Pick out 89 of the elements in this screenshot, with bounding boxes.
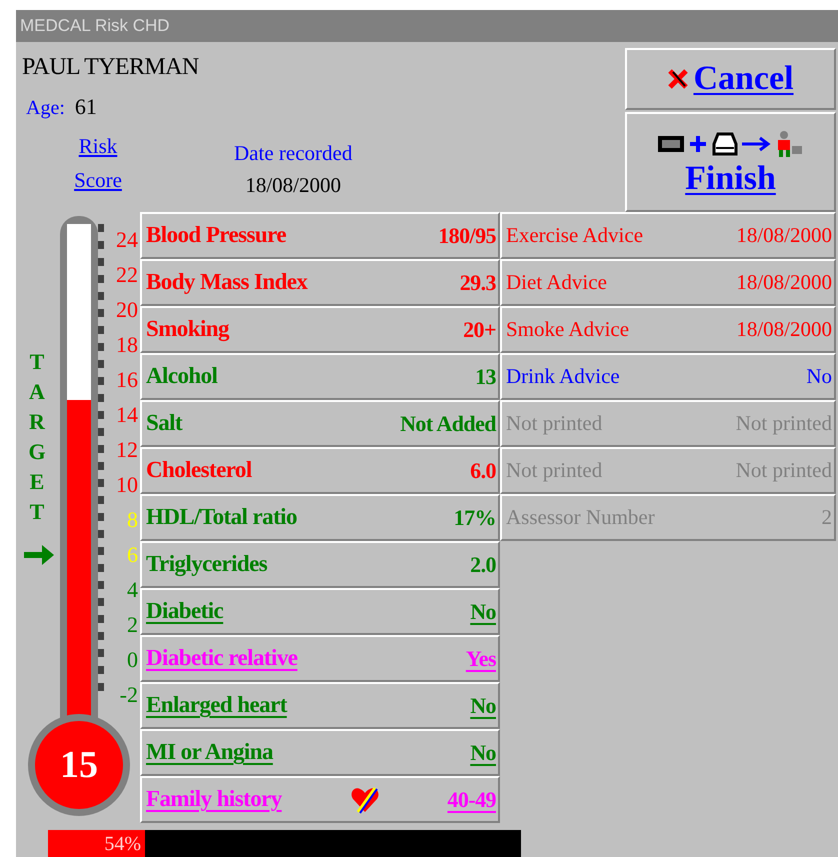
advice-value: 18/08/2000 (736, 268, 832, 296)
advice-label: Drink Advice (506, 362, 620, 390)
advice-row[interactable]: Drink Advice No (500, 353, 836, 400)
advice-value: Not printed (736, 410, 832, 437)
advice-value: Not printed (736, 456, 832, 484)
scale-label: 18 (115, 331, 138, 359)
risk-factor-row[interactable]: Enlarged heart No (140, 682, 500, 729)
risk-factor-row[interactable]: Triglycerides 2.0 (140, 541, 500, 588)
factor-value: 2.0 (470, 551, 496, 579)
window-title: MEDCAL Risk CHD (20, 15, 170, 38)
date-recorded-label: Date recorded (234, 140, 352, 167)
factor-value: 13 (475, 363, 496, 391)
scale-label: 16 (115, 366, 138, 394)
scale-label: 4 (126, 576, 138, 604)
factor-label[interactable]: Enlarged heart (146, 688, 287, 723)
age-label: Age: (26, 96, 65, 121)
factor-value[interactable]: No (470, 689, 496, 722)
factor-value: 180/95 (438, 222, 496, 250)
risk-factor-row[interactable]: Body Mass Index 29.3 (140, 259, 500, 306)
factor-value[interactable]: 40-49 (447, 783, 496, 816)
risk-factor-row[interactable]: Cholesterol 6.0 (140, 447, 500, 494)
advice-value: 2 (822, 504, 832, 531)
advice-label: Not printed (506, 410, 602, 437)
factor-label: Body Mass Index (146, 268, 308, 296)
factor-label[interactable]: Diabetic relative (146, 641, 298, 676)
scale-label: 22 (115, 261, 138, 289)
risk-factor-row[interactable]: Diabetic relative Yes (140, 635, 500, 682)
advice-value: No (806, 362, 832, 390)
factor-value[interactable]: No (470, 595, 496, 628)
advice-row[interactable]: Not printed Not printed (500, 447, 836, 494)
risk-score-value: 15 (60, 746, 98, 784)
advice-row[interactable]: Assessor Number 2 (500, 494, 836, 541)
factor-value[interactable]: No (470, 736, 496, 769)
factor-label: HDL/Total ratio (146, 503, 297, 532)
age-value: 61 (74, 93, 97, 121)
risk-factor-row[interactable]: Family history 40-49 (140, 776, 500, 823)
risk-factor-row[interactable]: Diabetic No (140, 588, 500, 635)
factor-label[interactable]: MI or Angina (146, 735, 273, 770)
scale-label: -2 (118, 681, 138, 709)
patient-name: PAUL TYERMAN (22, 53, 200, 82)
scale-label: 8 (126, 506, 138, 534)
factor-label: Blood Pressure (146, 221, 286, 250)
advice-label: Smoke Advice (506, 316, 630, 343)
scale-label: 6 (126, 541, 138, 569)
scale-label: 14 (115, 401, 138, 429)
risk-factor-row[interactable]: Salt Not Added (140, 400, 500, 447)
factor-label: Alcohol (146, 362, 218, 390)
factor-value: 6.0 (470, 457, 496, 485)
advice-value: 18/08/2000 (736, 222, 832, 249)
heart-icon (350, 784, 380, 814)
risk-factor-row[interactable]: Alcohol 13 (140, 353, 500, 400)
advice-label: Diet Advice (506, 268, 607, 296)
target-label: TARGET (27, 348, 47, 526)
risk-factor-row[interactable]: Blood Pressure 180/95 (140, 212, 500, 259)
factor-value: 20+ (463, 316, 496, 344)
risk-factor-row[interactable]: Smoking 20+ (140, 306, 500, 353)
advice-row[interactable]: Smoke Advice 18/08/2000 (500, 306, 836, 353)
advice-row[interactable]: Exercise Advice 18/08/2000 (500, 212, 836, 259)
factor-label: Triglycerides (146, 550, 268, 578)
scale-label: 24 (115, 226, 138, 254)
advice-value: 18/08/2000 (736, 316, 832, 343)
scale-label: 10 (115, 471, 138, 499)
factor-label[interactable]: Diabetic (146, 594, 224, 629)
factor-value[interactable]: Yes (466, 642, 496, 675)
factor-label: Cholesterol (146, 456, 252, 484)
date-recorded-value: 18/08/2000 (245, 172, 341, 199)
advice-label: Not printed (506, 456, 602, 484)
finish-button[interactable]: Finish (625, 112, 836, 212)
risk-score-link[interactable]: Risk Score (58, 129, 138, 197)
factor-value: 17% (454, 504, 496, 532)
factor-value: Not Added (400, 410, 496, 438)
scale-label: 20 (115, 296, 138, 324)
arrow-icon (22, 542, 56, 568)
advice-label: Exercise Advice (506, 222, 644, 249)
scale-label: 12 (115, 436, 138, 464)
advice-row[interactable]: Not printed Not printed (500, 400, 836, 447)
percent-value: 54% (104, 832, 141, 856)
scale-label: 2 (126, 611, 138, 639)
risk-factor-row[interactable]: MI or Angina No (140, 729, 500, 776)
factor-value: 29.3 (460, 269, 496, 297)
advice-row[interactable]: Diet Advice 18/08/2000 (500, 259, 836, 306)
scale-label: 0 (126, 646, 138, 674)
factor-label: Salt (146, 409, 182, 438)
factor-label[interactable]: Family history (146, 782, 282, 817)
close-icon (667, 68, 690, 90)
advice-label: Assessor Number (506, 504, 655, 531)
factor-label: Smoking (146, 315, 229, 344)
cancel-button[interactable]: Cancel (625, 48, 836, 110)
risk-factor-row[interactable]: HDL/Total ratio 17% (140, 494, 500, 541)
